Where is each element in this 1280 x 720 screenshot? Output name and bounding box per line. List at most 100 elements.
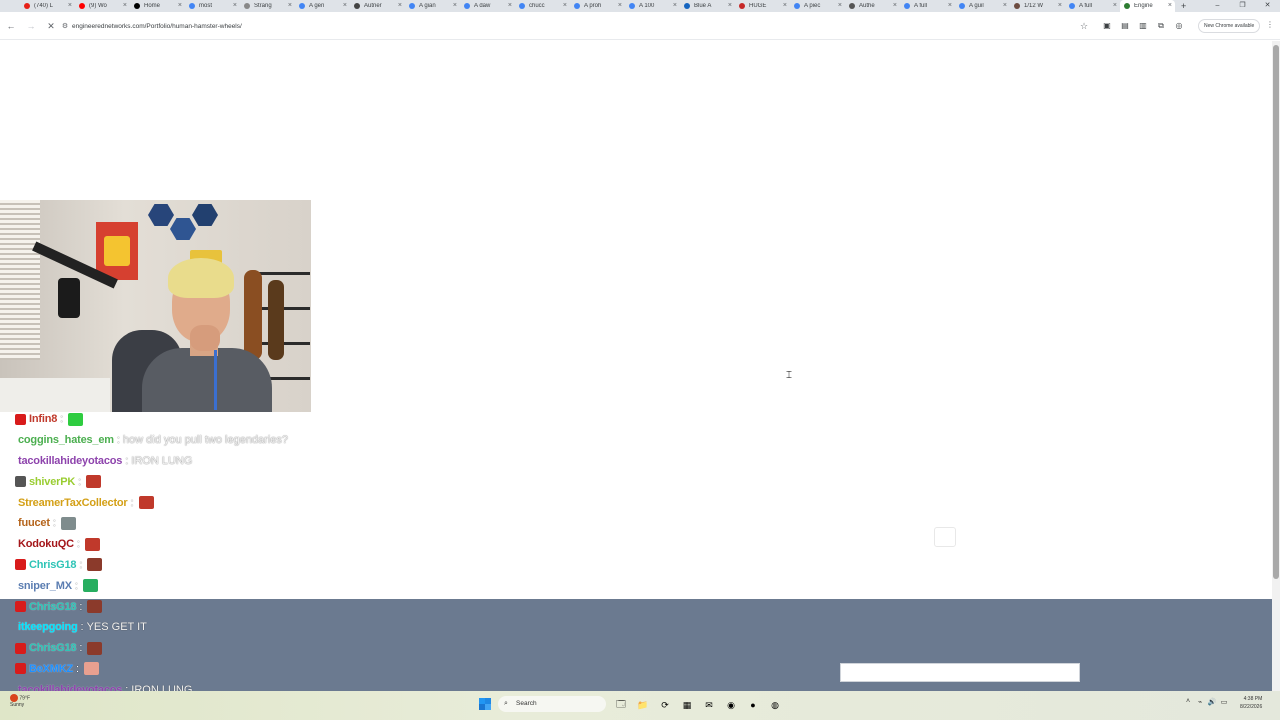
tab-close-icon[interactable]: ×: [948, 2, 952, 9]
profile-icon[interactable]: ◎: [1170, 18, 1188, 34]
tray-icon[interactable]: 🔊: [1206, 698, 1218, 706]
browser-tab[interactable]: HUGE ×: [735, 0, 790, 12]
browser-tab[interactable]: Autner ×: [350, 0, 405, 12]
browser-tab[interactable]: A piec ×: [790, 0, 845, 12]
site-info-icon[interactable]: ⚙: [58, 22, 72, 30]
browser-tab[interactable]: A full ×: [900, 0, 955, 12]
tab-close-icon[interactable]: ×: [1003, 2, 1007, 9]
browser-tab[interactable]: (9) Wo ×: [75, 0, 130, 12]
browser-tab[interactable]: Blue A ×: [680, 0, 735, 12]
tab-close-icon[interactable]: ×: [233, 2, 237, 9]
tab-close-icon[interactable]: ×: [1113, 2, 1117, 9]
browser-tab[interactable]: A gian ×: [405, 0, 460, 12]
browser-toolbar: ← → ✕ ⚙ engineerednetworks.com/Portfolio…: [0, 12, 1280, 40]
restore-button[interactable]: ❐: [1230, 0, 1255, 12]
window-blinds: [0, 200, 40, 360]
close-window-button[interactable]: ✕: [1255, 0, 1280, 12]
chat-username[interactable]: ChrisG18: [29, 642, 77, 654]
streamer-hand: [190, 325, 220, 351]
tab-close-icon[interactable]: ×: [1058, 2, 1062, 9]
tab-close-icon[interactable]: ×: [618, 2, 622, 9]
tab-close-icon[interactable]: ×: [1168, 2, 1172, 9]
taskbar-app-icon[interactable]: ✉: [698, 696, 720, 714]
tab-close-icon[interactable]: ×: [508, 2, 512, 9]
chat-username[interactable]: shiverPK: [29, 476, 75, 488]
chat-username[interactable]: ChrisG18: [29, 601, 77, 613]
browser-tab[interactable]: A full ×: [1065, 0, 1120, 12]
tab-close-icon[interactable]: ×: [783, 2, 787, 9]
tab-close-icon[interactable]: ×: [343, 2, 347, 9]
tab-close-icon[interactable]: ×: [288, 2, 292, 9]
chat-username[interactable]: StreamerTaxCollector: [18, 497, 128, 509]
browser-tab[interactable]: most ×: [185, 0, 240, 12]
clock[interactable]: 4:38 PM 8/22/2026: [1240, 695, 1262, 711]
browser-tab[interactable]: chucc ×: [515, 0, 570, 12]
tab-favicon-icon: [739, 3, 745, 9]
chat-username[interactable]: KodokuQC: [18, 538, 74, 550]
update-chrome-chip[interactable]: New Chrome available: [1198, 19, 1261, 33]
extension-icon[interactable]: ▤: [1116, 18, 1134, 34]
puzzle-icon[interactable]: ⧉: [1152, 18, 1170, 34]
chat-username[interactable]: sniper_MX: [18, 580, 72, 592]
taskbar-app-icon[interactable]: ⟳: [654, 696, 676, 714]
tab-close-icon[interactable]: ×: [673, 2, 677, 9]
scrollbar[interactable]: [1272, 41, 1280, 691]
browser-tab[interactable]: A proh ×: [570, 0, 625, 12]
extension-icon[interactable]: ▥: [1134, 18, 1152, 34]
menu-icon[interactable]: ⋮: [1266, 20, 1274, 29]
browser-tab[interactable]: Engine ×: [1120, 0, 1175, 12]
chat-message: sniper_MX:: [0, 575, 330, 596]
chat-separator: :: [76, 538, 80, 551]
chat-username[interactable]: Infin8: [29, 413, 57, 425]
browser-tab[interactable]: Home ×: [130, 0, 185, 12]
taskbar-app-icon[interactable]: ▦: [676, 696, 698, 714]
tab-close-icon[interactable]: ×: [838, 2, 842, 9]
taskbar-app-icon[interactable]: 🗔: [610, 696, 632, 714]
tab-close-icon[interactable]: ×: [728, 2, 732, 9]
back-button[interactable]: ←: [2, 17, 20, 35]
tray-icon[interactable]: ▭: [1218, 698, 1230, 706]
taskbar-app-icon[interactable]: 📁: [632, 696, 654, 714]
scrollbar-thumb[interactable]: [1273, 45, 1279, 579]
browser-tab[interactable]: A 100 ×: [625, 0, 680, 12]
browser-tab[interactable]: A daw ×: [460, 0, 515, 12]
tab-close-icon[interactable]: ×: [453, 2, 457, 9]
chat-username[interactable]: coggins_hates_em: [18, 434, 114, 446]
address-bar[interactable]: ⚙ engineerednetworks.com/Portfolio/human…: [58, 16, 1094, 36]
forward-button[interactable]: →: [22, 17, 40, 35]
new-tab-button[interactable]: +: [1181, 1, 1195, 11]
taskbar-app-icon[interactable]: ◍: [764, 696, 786, 714]
tab-label: 1/12 W: [1024, 3, 1044, 9]
weather-widget[interactable]: 79°F Sunny: [10, 694, 30, 708]
taskbar-search[interactable]: ⌕ Search: [498, 696, 606, 712]
tray-icon[interactable]: ⌁: [1194, 698, 1206, 706]
url-text[interactable]: engineerednetworks.com/Portfolio/human-h…: [72, 23, 1080, 30]
taskbar-app-icon[interactable]: ◉: [720, 696, 742, 714]
start-button[interactable]: [479, 698, 491, 710]
chat-username[interactable]: tacokillahideyotacos: [18, 455, 122, 467]
chat-username[interactable]: BeXMKZ: [29, 663, 73, 675]
taskbar-app-icon[interactable]: ●: [742, 696, 764, 714]
tab-close-icon[interactable]: ×: [178, 2, 182, 9]
browser-tab[interactable]: Strang ×: [240, 0, 295, 12]
text-field[interactable]: [840, 663, 1080, 682]
chat-username[interactable]: itkeepgoing: [18, 621, 78, 633]
chat-emote-icon: [68, 412, 84, 426]
tab-close-icon[interactable]: ×: [123, 2, 127, 9]
tab-close-icon[interactable]: ×: [398, 2, 402, 9]
tab-close-icon[interactable]: ×: [68, 2, 72, 9]
browser-tab[interactable]: A gen ×: [295, 0, 350, 12]
chat-username[interactable]: ChrisG18: [29, 559, 77, 571]
minimize-button[interactable]: –: [1205, 0, 1230, 12]
browser-tab[interactable]: A guil ×: [955, 0, 1010, 12]
browser-tab[interactable]: 1/12 W ×: [1010, 0, 1065, 12]
browser-tab[interactable]: (740) L ×: [20, 0, 75, 12]
chat-username[interactable]: fuucet: [18, 517, 50, 529]
extension-icon[interactable]: ▣: [1098, 18, 1116, 34]
bookmark-star-icon[interactable]: ☆: [1080, 21, 1094, 32]
tab-close-icon[interactable]: ×: [563, 2, 567, 9]
browser-tab[interactable]: Authe ×: [845, 0, 900, 12]
chat-message: StreamerTaxCollector:: [0, 492, 330, 513]
tray-icon[interactable]: ˄: [1182, 698, 1194, 706]
tab-close-icon[interactable]: ×: [893, 2, 897, 9]
